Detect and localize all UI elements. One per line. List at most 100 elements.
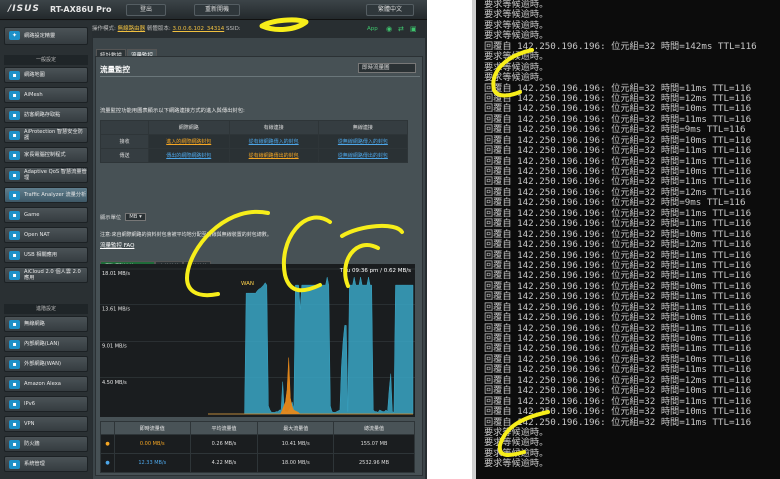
download-total: 2532.96 MB [333,453,415,473]
firmware-value[interactable]: 3.0.0.6.102_34314 [172,26,224,32]
link-internet-in[interactable]: 進入的網際網路封包 [166,139,211,145]
faq-link[interactable]: 流量監控 FAQ [100,241,134,249]
sidebar-item-label: Amazon Alexa [24,381,61,387]
sidebar-item-cloud[interactable]: ▪ AiCloud 2.0 個人雲 2.0 應用 [4,267,88,283]
chart-tabs: 網際網路連線 (WAN)有線連接無線連接 [100,253,212,271]
usb-icon: ▪ [9,251,20,260]
unit-row: 顯示單位 MB ▾ [100,213,146,221]
sidebar-item-wifi[interactable]: ▪ 無線網路 [4,316,88,332]
y-tick-label: 9.01 MB/s [102,344,127,350]
usb-status-icon[interactable]: ⇄ [398,21,404,37]
period-select[interactable]: 即時流量圖 [358,63,416,73]
sidebar-item-label: 網路地圖 [24,72,45,78]
console-line: 回覆自 142.250.196.196: 位元組=32 時間=10ms TTL=… [484,312,752,324]
firewall-icon: ▪ [9,440,20,449]
parental-icon: ▪ [9,151,20,160]
link-internet-out[interactable]: 傳出的網際網路封包 [166,153,211,159]
sidebar-item-mesh[interactable]: ▪ AiMesh [4,87,88,103]
network-status-icon[interactable]: ▣ [410,21,417,37]
row-label-send: 傳送 [100,148,149,163]
table-header-wired: 有線連接 [228,120,319,135]
sidebar-item-label: 訪客網路存取點 [24,112,61,118]
sidebar-item-label: 網路設定精靈 [24,33,56,39]
upload-arrow-icon: ● [99,434,116,454]
router-model: RT-AX86U Pro [50,5,112,14]
table-row: ● 0.00 MB/s 0.26 MB/s 10.41 MB/s 155.07 … [99,434,415,454]
logout-button[interactable]: 登出 [126,4,166,16]
row-label-receive: 接收 [100,134,149,149]
alexa-icon: ▪ [9,380,20,389]
link-wireless-in[interactable]: 從無線網路傳入的封包 [338,139,388,145]
sidebar-item-admin[interactable]: ▪ 系統管理 [4,456,88,472]
sidebar-item-chart[interactable]: ▪ Traffic Analyzer 流量分析 [4,187,88,203]
sidebar-item-usb[interactable]: ▪ USB 相關應用 [4,247,88,263]
guest-icon: ▪ [9,111,20,120]
upload-total: 155.07 MB [333,434,415,454]
sidebar-item-game[interactable]: ▪ Game [4,207,88,223]
sidebar-item-parental[interactable]: ▪ 家長電腦控制程式 [4,147,88,163]
link-wired-out[interactable]: 從有線網路傳出的封包 [249,153,299,159]
traffic-chart: 18.01 MB/s 13.61 MB/s 9.01 MB/s 4.50 MB/s T… [100,264,415,417]
description-text: 流量監控功能用圖表顯示以下網路連接方式的進入與傳出封包: [100,108,245,114]
sidebar-item-quick-setup[interactable]: ✦ 網路設定精靈 [4,27,88,45]
console-line: 回覆自 142.250.196.196: 位元組=32 時間=12ms TTL=… [484,239,752,251]
unit-select[interactable]: MB ▾ [125,213,146,221]
sidebar-item-globe[interactable]: ▪ 外部網路(WAN) [4,356,88,372]
sidebar-item-lan[interactable]: ▪ 內部網路(LAN) [4,336,88,352]
sidebar-item-alexa[interactable]: ▪ Amazon Alexa [4,376,88,392]
sidebar: ✦ 網路設定精靈 一般設定 ▪ 網路地圖 ▪ AiMesh ▪ 訪客網路存取點 ▪ AiProtec… [0,21,92,479]
reboot-button[interactable]: 重新開機 [194,4,240,16]
upload-average: 0.26 MB/s [189,434,259,454]
link-wireless-out[interactable]: 從無線網路傳出的封包 [338,153,388,159]
page-title: 流量監控 [100,65,130,74]
console-line: 回覆自 142.250.196.196: 位元組=32 時間=11ms TTL=… [484,145,752,157]
top-bar: /ISUS RT-AX86U Pro 登出 重新開機 繁體中文 [0,0,427,20]
wifi-status-icon[interactable]: ◉ [386,21,392,37]
download-average: 4.22 MB/s [189,453,259,473]
stats-header-current: 即時流量值 [114,421,191,435]
sidebar-header-general: 一般設定 [4,55,88,65]
sidebar-item-label: 內部網路(LAN) [24,341,60,347]
upload-current: 0.00 MB/s [114,434,191,454]
table-row: ● 12.33 MB/s 4.22 MB/s 18.00 MB/s 2532.9… [99,453,415,473]
sidebar-item-qos[interactable]: ▪ Adaptive QoS 智慧流量管理 [4,167,88,183]
ssid-label: SSID: [225,26,241,32]
sidebar-item-nat[interactable]: ▪ Open NAT [4,227,88,243]
router-admin-window: /ISUS RT-AX86U Pro 登出 重新開機 繁體中文 操作模式: 無線… [0,0,427,479]
wand-icon: ✦ [9,31,20,40]
y-tick-label: 13.61 MB/s [102,306,130,312]
wifi-icon: ▪ [9,320,20,329]
mode-value[interactable]: 無線路由器 [118,26,146,32]
sidebar-item-label: 無線網路 [24,321,45,327]
sidebar-item-vpn[interactable]: ▪ VPN [4,416,88,432]
download-current: 12.33 MB/s [114,453,191,473]
app-label[interactable]: App [367,21,378,37]
table-header-wireless: 無線連接 [317,120,409,135]
sidebar-item-map[interactable]: ▪ 網路地圖 [4,67,88,83]
language-select[interactable]: 繁體中文 [366,4,414,16]
packet-type-table: 網際網路 有線連接 無線連接 接收 進入的網際網路封包 從有線網路傳入的封包 從… [100,120,409,163]
table-row: 接收 進入的網際網路封包 從有線網路傳入的封包 從無線網路傳入的封包 [100,134,409,149]
sidebar-item-label: Adaptive QoS 智慧流量管理 [24,169,87,181]
unit-value: MB [129,214,138,220]
sidebar-item-label: Open NAT [24,232,50,238]
sidebar-item-ipv6[interactable]: ▪ IPv6 [4,396,88,412]
note-text: 注意:來自網際網路的資料封包會被平均地分配至有線與無線裝置的封包總數。 [100,232,272,238]
qos-icon: ▪ [9,171,20,180]
command-prompt-window[interactable]: 要求等候逾時。 要求等候逾時。 要求等候逾時。 要求等候逾時。 回覆自 142.250.… [476,0,780,479]
link-wired-in[interactable]: 從有線網路傳入的封包 [249,139,299,145]
console-line: 要求等候逾時。 [484,72,549,84]
sidebar-item-label: IPv6 [24,401,36,407]
sidebar-item-shield[interactable]: ▪ AiProtection 智慧安全防護 [4,127,88,143]
sidebar-item-firewall[interactable]: ▪ 防火牆 [4,436,88,452]
sidebar-item-label: VPN [24,421,35,427]
title-divider [100,76,420,77]
mesh-icon: ▪ [9,91,20,100]
cloud-icon: ▪ [9,271,20,280]
sidebar-item-label: AiProtection 智慧安全防護 [24,129,83,141]
console-line: 回覆自 142.250.196.196: 位元組=32 時間=10ms TTL=… [484,406,752,418]
lan-icon: ▪ [9,340,20,349]
sidebar-item-guest[interactable]: ▪ 訪客網路存取點 [4,107,88,123]
shield-icon: ▪ [9,131,20,140]
sidebar-item-label: AiMesh [24,92,43,98]
